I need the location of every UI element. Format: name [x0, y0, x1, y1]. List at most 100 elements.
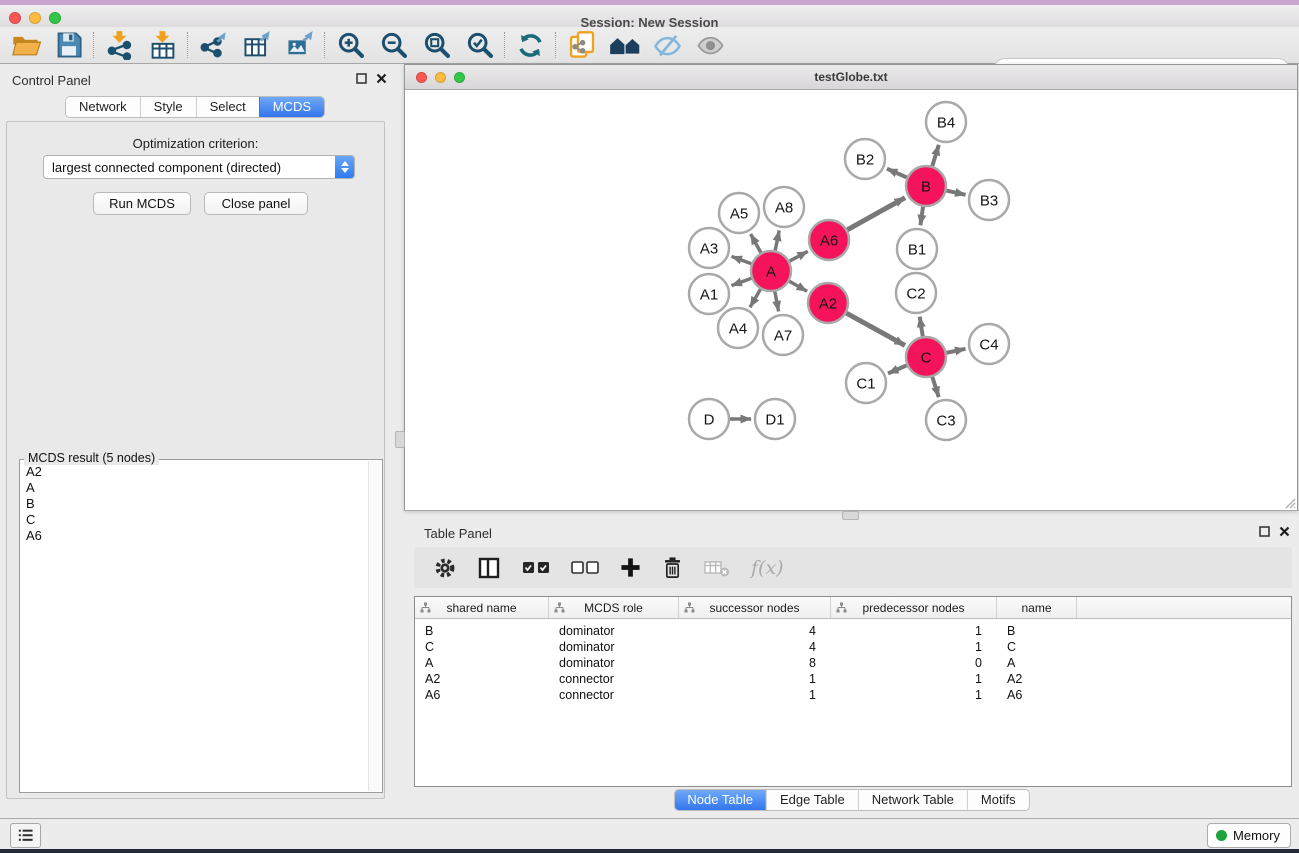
- mcds-result-list[interactable]: A2ABCA6: [24, 464, 368, 790]
- graph-node-label: C3: [936, 413, 955, 430]
- network-view-window[interactable]: testGlobe.txt AA1A2A3A4A5A6A7A8BB1B2B3B4…: [404, 64, 1298, 511]
- add-column-icon[interactable]: [620, 557, 641, 578]
- table-cell: C: [997, 640, 1077, 654]
- table-cell: 1: [831, 672, 997, 686]
- close-panel-icon[interactable]: [1279, 526, 1290, 537]
- tab-motifs[interactable]: Motifs: [967, 790, 1029, 810]
- table-row[interactable]: Bdominator41B: [415, 623, 1291, 639]
- float-panel-icon[interactable]: [1259, 526, 1270, 537]
- hide-selected-button[interactable]: [646, 28, 689, 62]
- float-panel-icon[interactable]: [356, 73, 367, 84]
- table-toolbar: f(x): [414, 547, 1292, 588]
- table-row[interactable]: A6connector11A6: [415, 687, 1291, 703]
- save-session-button[interactable]: [47, 28, 90, 62]
- graph-node-label: A1: [700, 287, 718, 304]
- mcds-result-item[interactable]: B: [24, 496, 368, 512]
- vertical-splitter-handle[interactable]: [395, 431, 405, 448]
- resize-grip-icon[interactable]: [1282, 495, 1296, 509]
- export-table-button[interactable]: [235, 28, 278, 62]
- table-cell: A2: [997, 672, 1077, 686]
- column-header-MCDS-role[interactable]: MCDS role: [549, 597, 679, 618]
- column-header-name[interactable]: name: [997, 597, 1077, 618]
- tab-network-table[interactable]: Network Table: [858, 790, 967, 810]
- run-mcds-button[interactable]: Run MCDS: [93, 192, 191, 215]
- tab-mcds[interactable]: MCDS: [259, 97, 324, 117]
- tab-network[interactable]: Network: [66, 97, 140, 117]
- mcds-result-scrollbar[interactable]: [368, 461, 381, 791]
- eye-icon: [695, 31, 726, 59]
- open-session-button[interactable]: [4, 28, 47, 62]
- main-titlebar[interactable]: Session: New Session: [0, 5, 1299, 27]
- select-all-checkboxes-icon[interactable]: [522, 561, 550, 574]
- table-header-row: shared nameMCDS role successor nodes prede…: [415, 597, 1291, 619]
- export-network-button[interactable]: [192, 28, 235, 62]
- first-neighbors-button[interactable]: [603, 28, 646, 62]
- table-cell: 1: [679, 672, 831, 686]
- network-canvas[interactable]: AA1A2A3A4A5A6A7A8BB1B2B3B4CC1C2C3C4DD1: [405, 90, 1297, 510]
- optimization-criterion-select[interactable]: largest connected component (directed): [43, 155, 355, 179]
- tab-edge-table[interactable]: Edge Table: [766, 790, 858, 810]
- close-panel-icon[interactable]: [376, 73, 387, 84]
- close-panel-button[interactable]: Close panel: [204, 192, 308, 215]
- control-panel-title: Control Panel: [12, 72, 91, 90]
- task-history-button[interactable]: [10, 823, 41, 848]
- control-panel-window-buttons: [356, 73, 387, 84]
- export-image-button[interactable]: [278, 28, 321, 62]
- table-panel-window-buttons: [1259, 526, 1290, 537]
- graph-node-label: A5: [730, 206, 748, 223]
- column-header-label: predecessor nodes: [862, 601, 964, 615]
- column-header-successor-nodes[interactable]: successor nodes: [679, 597, 831, 618]
- status-bar: Memory: [0, 818, 1299, 849]
- save-floppy-icon: [55, 31, 83, 59]
- tab-node-table[interactable]: Node Table: [674, 790, 766, 810]
- toolbar-separator: [93, 32, 95, 58]
- table-row[interactable]: Adominator80A: [415, 655, 1291, 671]
- graph-node-label: A7: [774, 328, 792, 345]
- column-type-icon: [836, 602, 847, 613]
- tab-style[interactable]: Style: [140, 97, 196, 117]
- table-cell: A: [415, 656, 549, 670]
- zoom-in-button[interactable]: [329, 28, 372, 62]
- table-cell: dominator: [549, 656, 679, 670]
- column-management-icon[interactable]: [477, 556, 501, 580]
- duplicate-network-button[interactable]: [560, 28, 603, 62]
- mcds-result-item[interactable]: A: [24, 480, 368, 496]
- table-cell: A2: [415, 672, 549, 686]
- table-cell: connector: [549, 672, 679, 686]
- import-table-button[interactable]: [141, 28, 184, 62]
- table-row[interactable]: Cdominator41C: [415, 639, 1291, 655]
- table-cell: dominator: [549, 624, 679, 638]
- memory-label: Memory: [1233, 828, 1280, 843]
- mcds-result-item[interactable]: A6: [24, 528, 368, 544]
- houses-icon: [609, 31, 641, 59]
- column-header-predecessor-nodes[interactable]: predecessor nodes: [831, 597, 997, 618]
- import-table-icon: [148, 30, 178, 60]
- zoom-out-button[interactable]: [372, 28, 415, 62]
- graph-node-label: A6: [820, 233, 838, 250]
- delete-table-disabled-icon: [704, 558, 730, 578]
- table-cell: 4: [679, 624, 831, 638]
- show-all-button[interactable]: [689, 28, 732, 62]
- table-cell: B: [415, 624, 549, 638]
- zoom-fit-button[interactable]: [415, 28, 458, 62]
- settings-gear-icon[interactable]: [434, 557, 456, 579]
- zoom-selected-button[interactable]: [458, 28, 501, 62]
- column-header-shared-name[interactable]: shared name: [415, 597, 549, 618]
- column-header-label: successor nodes: [709, 601, 799, 615]
- graph-edge-A6-B[interactable]: [838, 198, 905, 235]
- refresh-view-button[interactable]: [509, 28, 552, 62]
- graph-node-label: B: [921, 179, 931, 196]
- table-row[interactable]: A2connector11A2: [415, 671, 1291, 687]
- select-stepper-icon: [335, 156, 354, 178]
- import-network-button[interactable]: [98, 28, 141, 62]
- mcds-result-item[interactable]: C: [24, 512, 368, 528]
- graph-edge-A2-C[interactable]: [837, 308, 905, 346]
- deselect-all-checkboxes-icon[interactable]: [571, 561, 599, 574]
- mcds-result-item[interactable]: A2: [24, 464, 368, 480]
- delete-column-trash-icon[interactable]: [662, 556, 683, 579]
- network-window-titlebar[interactable]: testGlobe.txt: [405, 65, 1297, 90]
- control-panel: Control Panel NetworkStyleSelectMCDS Opt…: [0, 64, 390, 812]
- graph-node-label: C4: [979, 337, 998, 354]
- memory-button[interactable]: Memory: [1207, 823, 1291, 848]
- tab-select[interactable]: Select: [196, 97, 259, 117]
